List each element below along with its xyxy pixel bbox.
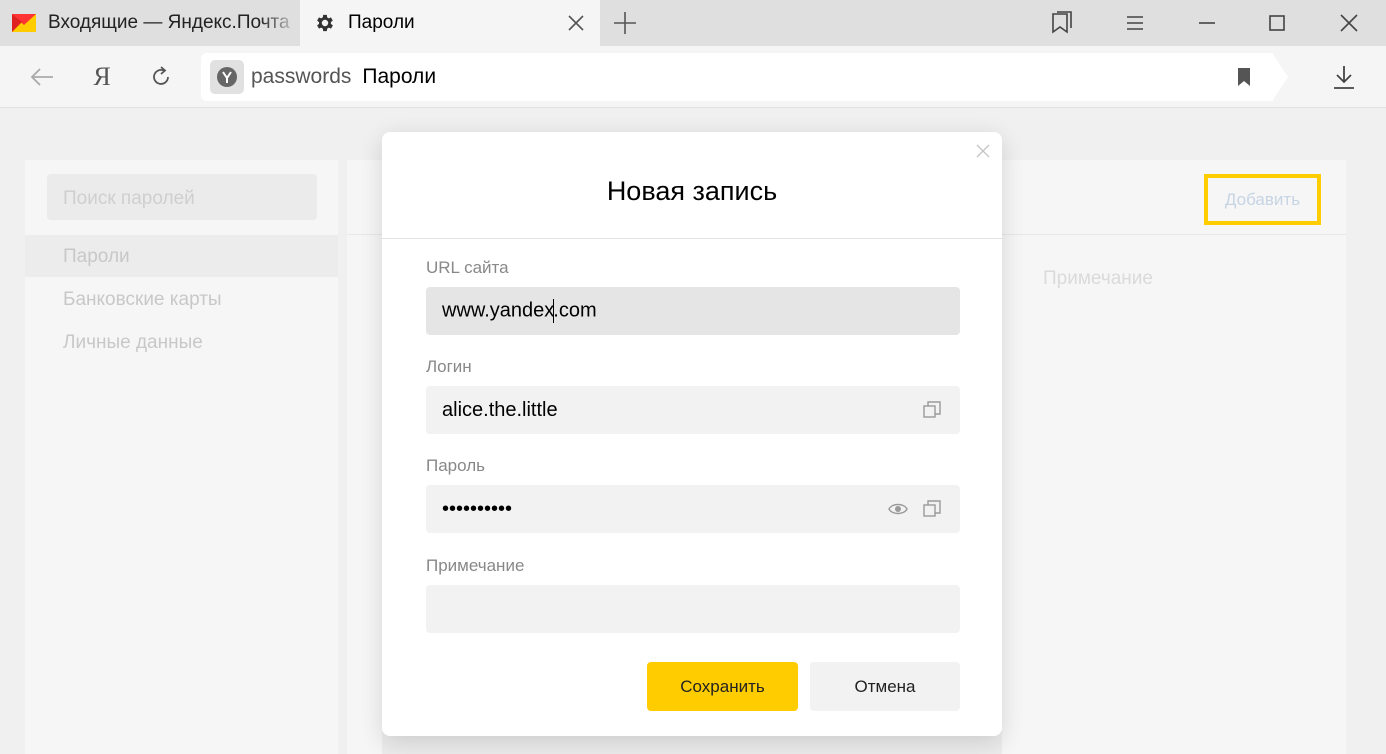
password-label: Пароль — [426, 456, 485, 475]
add-button[interactable]: Добавить — [1204, 174, 1321, 225]
note-label: Примечание — [426, 556, 525, 575]
url-host: passwords — [251, 65, 352, 88]
sidebar-item-passwords[interactable]: Пароли — [25, 235, 338, 277]
sidebar: Поиск паролей Пароли Банковские карты Ли… — [25, 160, 338, 754]
cancel-button[interactable]: Отмена — [810, 662, 960, 711]
yandex-home-button[interactable]: Я — [88, 63, 116, 91]
eye-icon[interactable] — [888, 499, 908, 519]
close-icon[interactable] — [976, 144, 990, 158]
tab-yandex-mail[interactable]: Входящие — Яндекс.Почта — [0, 0, 298, 46]
sidebar-item-personal-data[interactable]: Личные данные — [25, 321, 338, 363]
reload-icon — [153, 66, 169, 85]
address-bar-tail — [1272, 53, 1288, 101]
yandex-browser-icon — [217, 67, 237, 87]
new-tab-icon[interactable] — [612, 10, 638, 36]
password-input[interactable]: •••••••••• — [426, 485, 960, 533]
column-header-note: Примечание — [1043, 268, 1153, 289]
password-search-input[interactable]: Поиск паролей — [47, 174, 317, 220]
maximize-icon[interactable] — [1264, 10, 1290, 36]
yandex-mail-icon — [12, 14, 36, 32]
new-entry-dialog: Новая запись URL сайта www.yandex.com Ло… — [382, 132, 1002, 736]
url-page-title: Пароли — [362, 65, 437, 88]
copy-icon[interactable] — [922, 499, 942, 519]
site-security-badge[interactable] — [210, 60, 244, 94]
login-value: alice.the.little — [442, 398, 558, 421]
login-label: Логин — [426, 357, 472, 376]
url-value: www.yandex.com — [442, 299, 597, 323]
back-button[interactable] — [28, 63, 56, 91]
dialog-divider — [382, 238, 1002, 239]
tab-title: Пароли — [348, 12, 415, 33]
url-label: URL сайта — [426, 258, 509, 277]
dialog-title: Новая запись — [606, 176, 778, 206]
login-input[interactable]: alice.the.little — [426, 386, 960, 434]
tab-passwords[interactable]: Пароли — [300, 0, 600, 46]
copy-icon[interactable] — [922, 400, 942, 420]
close-window-icon[interactable] — [1336, 10, 1362, 36]
arrow-left-icon — [30, 68, 53, 86]
browser-toolbar: Я passwords Пароли — [0, 46, 1386, 108]
reload-button[interactable] — [147, 63, 175, 91]
password-value: •••••••••• — [442, 497, 513, 520]
close-tab-icon[interactable] — [566, 13, 586, 33]
note-input[interactable] — [426, 585, 960, 633]
minimize-icon[interactable] — [1194, 10, 1220, 36]
download-icon[interactable] — [1330, 63, 1358, 91]
yandex-logo-letter: Я — [93, 62, 111, 91]
bookmarks-panel-icon[interactable] — [1048, 10, 1074, 36]
tab-strip: Входящие — Яндекс.Почта Пароли — [0, 0, 1386, 46]
save-button[interactable]: Сохранить — [647, 662, 798, 711]
tab-title: Входящие — Яндекс.Почта — [48, 12, 290, 33]
sidebar-item-bank-cards[interactable]: Банковские карты — [25, 278, 338, 320]
gear-icon — [317, 14, 333, 32]
url-input[interactable]: www.yandex.com — [426, 287, 960, 335]
menu-icon[interactable] — [1122, 10, 1148, 36]
address-bar[interactable]: passwords Пароли — [201, 53, 1273, 101]
bookmark-icon[interactable] — [1233, 66, 1255, 88]
